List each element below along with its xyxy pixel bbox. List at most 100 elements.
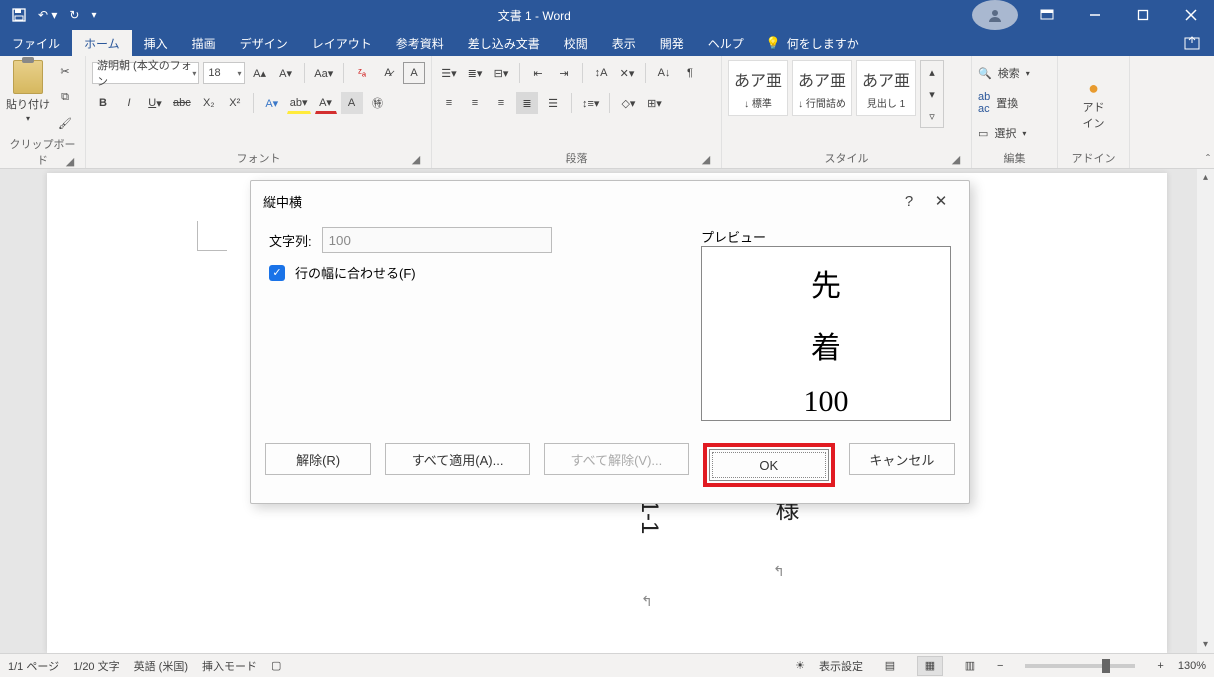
shading-icon[interactable]: ◇▾ — [617, 92, 639, 114]
cancel-button[interactable]: キャンセル — [849, 443, 955, 475]
zoom-knob[interactable] — [1102, 659, 1110, 673]
tab-developer[interactable]: 開発 — [648, 30, 696, 56]
view-read-icon[interactable]: ▤ — [877, 656, 903, 676]
dialog-launcher-icon[interactable]: ◢ — [63, 154, 77, 168]
status-lang[interactable]: 英語 (米国) — [134, 658, 188, 674]
tab-design[interactable]: デザイン — [228, 30, 300, 56]
dialog-close-button[interactable]: ✕ — [925, 192, 957, 210]
dialog-launcher-icon[interactable]: ◢ — [409, 152, 423, 166]
char-shading-icon[interactable]: A — [341, 92, 363, 114]
style-tile-normal[interactable]: あア亜↓ 標準 — [728, 60, 788, 116]
bullets-icon[interactable]: ☰▾ — [438, 62, 460, 84]
zoom-out-button[interactable]: − — [997, 660, 1003, 672]
clear-format-icon[interactable]: A̷ — [377, 62, 399, 84]
status-words[interactable]: 1/20 文字 — [73, 658, 119, 674]
zoom-slider[interactable] — [1025, 664, 1135, 668]
share-button[interactable] — [1170, 30, 1214, 56]
format-painter-icon[interactable]: 🖌 — [54, 112, 76, 134]
sort-icon[interactable]: A↓ — [653, 62, 675, 84]
font-color-icon[interactable]: A▾ — [315, 92, 337, 114]
status-page[interactable]: 1/1 ページ — [8, 658, 59, 674]
ok-button[interactable]: OK — [709, 449, 829, 481]
tab-view[interactable]: 表示 — [600, 30, 648, 56]
tab-home[interactable]: ホーム — [72, 30, 132, 56]
change-case-icon[interactable]: Aa▾ — [312, 62, 336, 84]
tab-layout[interactable]: レイアウト — [300, 30, 384, 56]
apply-all-button[interactable]: すべて適用(A)... — [385, 443, 530, 475]
tab-review[interactable]: 校閲 — [552, 30, 600, 56]
cut-icon[interactable]: ✂ — [54, 60, 76, 82]
tab-insert[interactable]: 挿入 — [132, 30, 180, 56]
ribbon-display-icon[interactable] — [1024, 0, 1070, 30]
multilevel-icon[interactable]: ⊟▾ — [490, 62, 512, 84]
minimize-button[interactable] — [1072, 0, 1118, 30]
char-border-icon[interactable]: A — [403, 62, 425, 84]
string-input[interactable] — [322, 227, 552, 253]
tab-file[interactable]: ファイル — [0, 30, 72, 56]
status-display[interactable]: 表示設定 — [819, 658, 863, 674]
dialog-launcher-icon[interactable]: ◢ — [699, 152, 713, 166]
account-icon[interactable] — [972, 0, 1018, 30]
tab-help[interactable]: ヘルプ — [696, 30, 756, 56]
style-tile-nospace[interactable]: あア亜↓ 行間詰め — [792, 60, 852, 116]
vertical-scrollbar[interactable]: ▴ ▾ — [1197, 169, 1214, 653]
numbering-icon[interactable]: ≣▾ — [464, 62, 486, 84]
italic-button[interactable]: I — [118, 92, 140, 114]
text-effects-icon[interactable]: A▾ — [261, 92, 283, 114]
save-icon[interactable] — [12, 8, 26, 22]
paste-button[interactable]: 貼り付け ▾ — [6, 60, 50, 134]
subscript-icon[interactable]: X₂ — [198, 92, 220, 114]
strike-icon[interactable]: abc — [170, 92, 194, 114]
remove-button[interactable]: 解除(R) — [265, 443, 371, 475]
remove-all-button[interactable]: すべて解除(V)... — [544, 443, 689, 475]
font-name-combo[interactable]: 游明朝 (本文のフォン▾ — [92, 62, 199, 84]
distribute-icon[interactable]: ☰ — [542, 92, 564, 114]
dec-indent-icon[interactable]: ⇤ — [527, 62, 549, 84]
font-size-combo[interactable]: 18▾ — [203, 62, 244, 84]
collapse-ribbon-icon[interactable]: ˆ — [1206, 152, 1210, 166]
shrink-font-icon[interactable]: A▾ — [275, 62, 297, 84]
tab-draw[interactable]: 描画 — [180, 30, 228, 56]
asian-layout-icon[interactable]: ✕▾ — [616, 62, 638, 84]
align-top-icon[interactable]: ≡ — [438, 92, 460, 114]
close-button[interactable] — [1168, 0, 1214, 30]
show-marks-icon[interactable]: ¶ — [679, 62, 701, 84]
tell-me[interactable]: 💡何をしますか — [756, 30, 869, 56]
align-bottom-icon[interactable]: ≡ — [490, 92, 512, 114]
view-web-icon[interactable]: ▥ — [957, 656, 983, 676]
styles-down-icon[interactable]: ▾ — [921, 83, 943, 105]
find-button[interactable]: 検索 — [998, 65, 1020, 81]
fit-checkbox[interactable]: ✓ — [269, 265, 285, 281]
grow-font-icon[interactable]: A▴ — [249, 62, 271, 84]
undo-icon[interactable]: ↶ ▾ — [38, 8, 57, 22]
view-print-icon[interactable]: ▦ — [917, 656, 943, 676]
replace-button[interactable]: 置換 — [996, 95, 1018, 111]
enclose-char-icon[interactable]: ㊕ — [367, 92, 389, 114]
select-button[interactable]: 選択 — [994, 125, 1016, 141]
tab-references[interactable]: 参考資料 — [384, 30, 456, 56]
align-center-v-icon[interactable]: ≡ — [464, 92, 486, 114]
tab-mailings[interactable]: 差し込み文書 — [456, 30, 552, 56]
borders-icon[interactable]: ⊞▾ — [643, 92, 665, 114]
zoom-in-button[interactable]: + — [1157, 660, 1163, 672]
status-mode[interactable]: 挿入モード — [202, 658, 257, 674]
macro-rec-icon[interactable]: ▢ — [271, 659, 281, 672]
dialog-launcher-icon[interactable]: ◢ — [949, 152, 963, 166]
align-justify-icon[interactable]: ≣ — [516, 92, 538, 114]
redo-icon[interactable]: ↻ — [69, 8, 79, 22]
zoom-level[interactable]: 130% — [1178, 660, 1206, 672]
addins-button[interactable]: ● アド イン — [1083, 78, 1105, 131]
inc-indent-icon[interactable]: ⇥ — [553, 62, 575, 84]
scroll-up-icon[interactable]: ▴ — [1197, 169, 1214, 186]
styles-expand-icon[interactable]: ▿ — [921, 105, 943, 127]
scroll-down-icon[interactable]: ▾ — [1197, 636, 1214, 653]
superscript-icon[interactable]: X² — [224, 92, 246, 114]
copy-icon[interactable]: ⧉ — [54, 86, 76, 108]
bold-button[interactable]: B — [92, 92, 114, 114]
line-spacing-icon[interactable]: ↕≡▾ — [579, 92, 602, 114]
text-direction-icon[interactable]: ↕A — [590, 62, 612, 84]
styles-up-icon[interactable]: ▴ — [921, 61, 943, 83]
display-settings-icon[interactable]: ☀ — [795, 659, 805, 672]
style-tile-heading1[interactable]: あア亜見出し 1 — [856, 60, 916, 116]
phonetic-guide-icon[interactable]: ᶻₐ — [351, 62, 373, 84]
